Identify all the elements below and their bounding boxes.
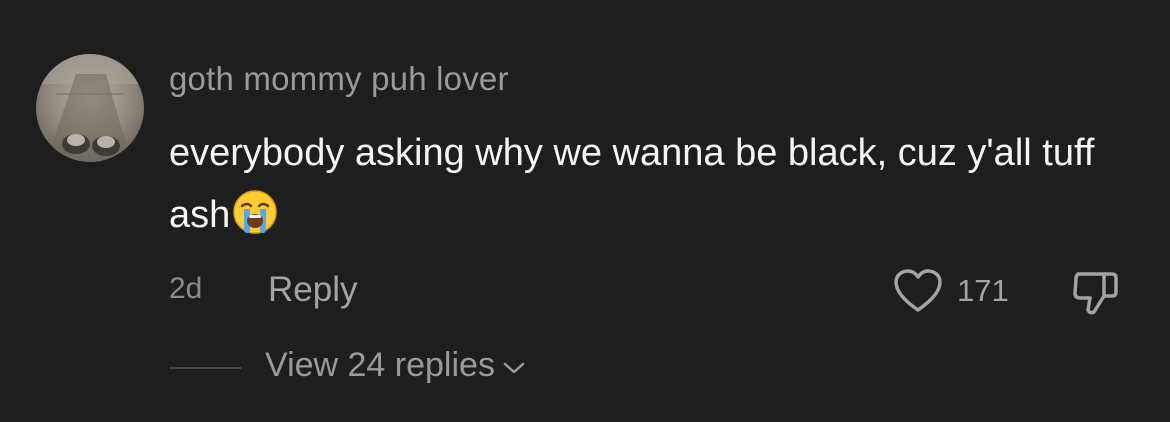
- comment-timestamp: 2d: [169, 272, 203, 305]
- view-replies-button[interactable]: View 24 replies: [265, 346, 527, 385]
- avatar[interactable]: [36, 54, 144, 162]
- username[interactable]: goth mommy puh lover: [169, 60, 509, 98]
- loudly-crying-face-icon: [232, 189, 278, 254]
- comment-item: goth mommy puh lover everybody asking wh…: [0, 0, 1170, 422]
- like-count: 171: [957, 273, 1009, 308]
- reply-button[interactable]: Reply: [268, 270, 357, 310]
- dislike-button[interactable]: [1070, 268, 1122, 316]
- replies-divider: [169, 367, 241, 369]
- comment-text: everybody asking why we wanna be black, …: [169, 122, 1129, 254]
- comment-text-content: everybody asking why we wanna be black, …: [169, 132, 1095, 236]
- view-replies-label: View 24 replies: [265, 346, 495, 384]
- avatar-image: [36, 54, 144, 162]
- thumbs-down-icon: [1073, 272, 1118, 315]
- heart-icon: [894, 269, 942, 312]
- chevron-down-icon: [503, 362, 525, 373]
- like-button[interactable]: 171: [893, 268, 1009, 314]
